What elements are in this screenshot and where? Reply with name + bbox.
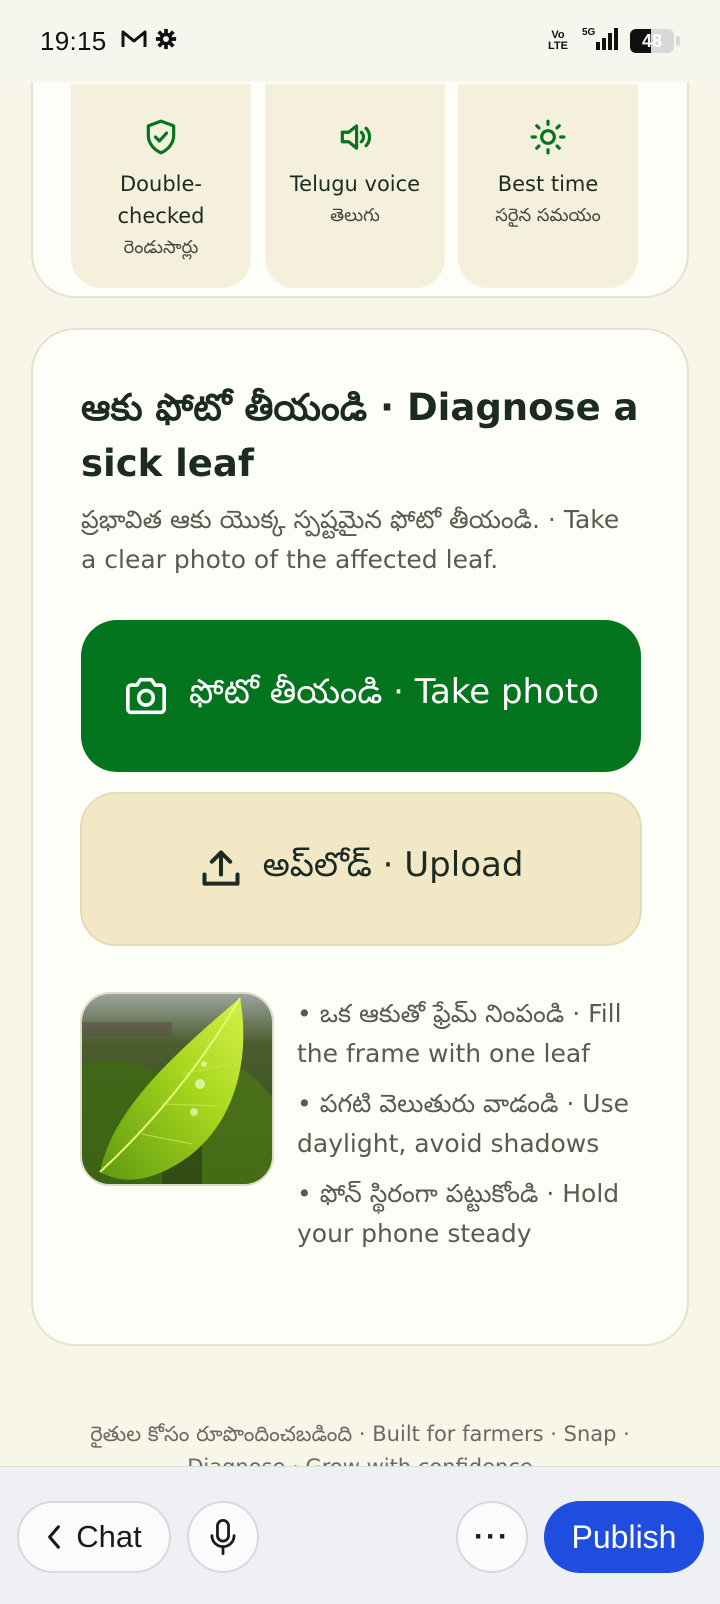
microphone-icon bbox=[210, 1519, 236, 1555]
feature-subtitle: తెలుగు bbox=[330, 205, 380, 226]
upload-button[interactable]: అప్‌లోడ్ · Upload bbox=[80, 792, 642, 946]
feature-double-checked: Double-checked రెండుసార్లు bbox=[71, 84, 251, 288]
feature-telugu-voice: Telugu voice తెలుగు bbox=[265, 84, 445, 288]
upload-label: అప్‌లోడ్ · Upload bbox=[262, 845, 524, 885]
bottom-action-bar: Chat ··· Publish bbox=[0, 1466, 720, 1604]
publish-label: Publish bbox=[571, 1518, 677, 1555]
footer-text: రైతుల కోసం రూపొందించబడింది · Built for f… bbox=[90, 1422, 630, 1446]
more-options-button[interactable]: ··· bbox=[456, 1501, 528, 1573]
upload-icon bbox=[202, 850, 240, 886]
chevron-left-icon bbox=[48, 1525, 61, 1549]
microphone-button[interactable] bbox=[187, 1501, 259, 1573]
settings-gear-icon bbox=[155, 28, 177, 54]
battery-icon: 48 bbox=[630, 29, 674, 53]
sun-icon bbox=[530, 119, 566, 155]
diagnose-title: ఆకు ఫోటో తీయండి · Diagnose a sick leaf bbox=[81, 386, 639, 485]
take-photo-label: ఫోటో తీయండి · Take photo bbox=[188, 672, 600, 712]
tip-item: • ఒక ఆకుతో ఫ్రేమ్ నింపండి · Fill the fra… bbox=[297, 999, 622, 1068]
take-photo-button[interactable]: ఫోటో తీయండి · Take photo bbox=[81, 620, 641, 772]
feature-subtitle: రెండుసార్లు bbox=[123, 237, 199, 258]
signal-5g-icon: 5G bbox=[578, 26, 620, 56]
feature-title: Double-checked bbox=[117, 172, 205, 228]
tip-item: • ఫోన్ స్థిరంగా పట్టుకోండి · Hold your p… bbox=[297, 1179, 620, 1248]
chat-label: Chat bbox=[76, 1519, 142, 1554]
volte-indicator: Vo LTE bbox=[548, 29, 568, 52]
speaker-icon bbox=[340, 124, 372, 150]
chat-back-button[interactable]: Chat bbox=[17, 1501, 171, 1573]
feature-title: Best time bbox=[497, 172, 599, 196]
feature-best-time: Best time సరైన సమయం bbox=[458, 84, 638, 288]
tip-item: • పగటి వెలుతురు వాడండి · Use daylight, a… bbox=[297, 1089, 630, 1158]
feature-subtitle: సరైన సమయం bbox=[495, 205, 601, 226]
shield-check-icon bbox=[146, 119, 176, 155]
leaf-example-image bbox=[80, 992, 274, 1186]
gmail-icon bbox=[121, 29, 147, 53]
status-bar: 19:15 Vo LTE 5G 48 bbox=[0, 0, 720, 82]
feature-title: Telugu voice bbox=[289, 172, 421, 196]
photo-tips-list: • ఒక ఆకుతో ఫ్రేమ్ నింపండి · Fill the fra… bbox=[297, 994, 657, 1264]
diagnose-subtitle: ప్రభావిత ఆకు యొక్క స్పష్టమైన ఫోటో తీయండి… bbox=[81, 505, 620, 574]
camera-icon bbox=[125, 677, 166, 715]
battery-level: 48 bbox=[641, 30, 663, 51]
status-time: 19:15 bbox=[40, 25, 107, 56]
more-icon: ··· bbox=[474, 1520, 510, 1553]
svg-text:5G: 5G bbox=[582, 27, 596, 38]
publish-button[interactable]: Publish bbox=[544, 1501, 704, 1573]
diagnose-card: ఆకు ఫోటో తీయండి · Diagnose a sick leaf ప… bbox=[31, 328, 689, 1346]
